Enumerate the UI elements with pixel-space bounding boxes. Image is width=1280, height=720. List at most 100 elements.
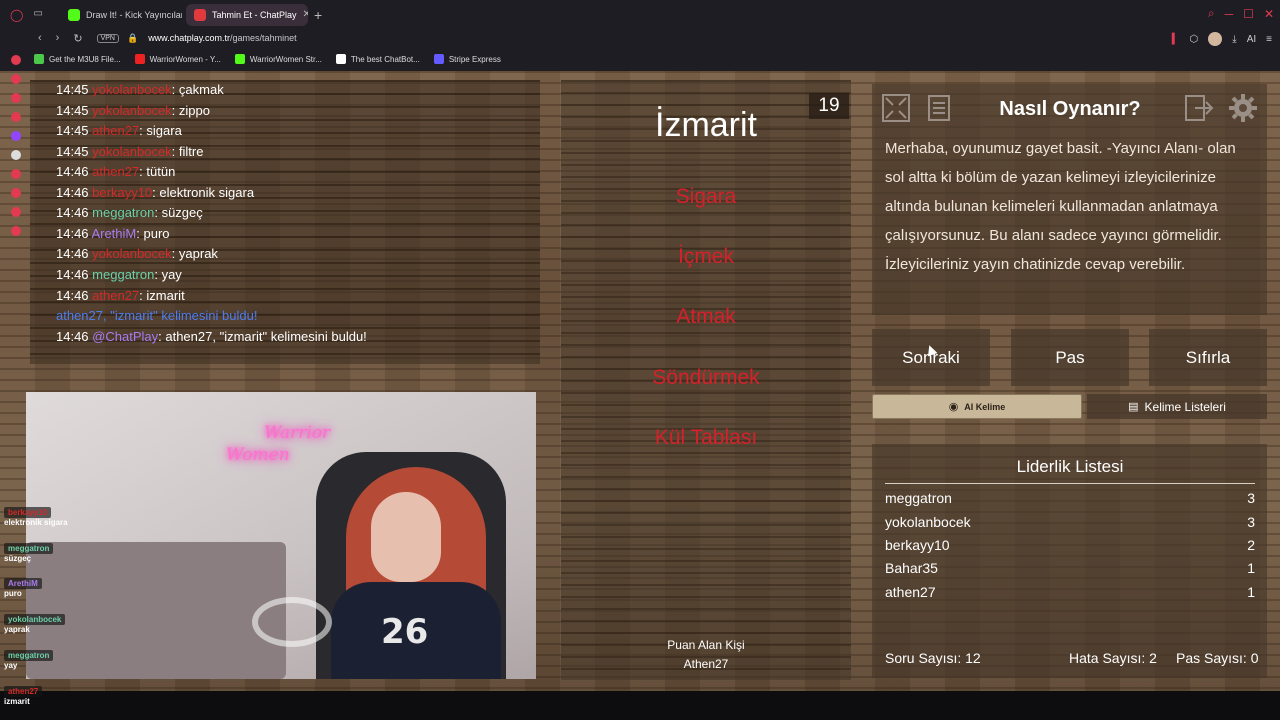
chatplay-icon (194, 8, 206, 21)
leaderboard-row: yokolanbocek 3 (885, 514, 1255, 530)
tab-tahmin-et[interactable]: Tahmin Et - ChatPlay ✕ (186, 3, 308, 26)
sidebar-heart-icon[interactable] (11, 207, 21, 217)
exit-icon[interactable] (1183, 91, 1217, 125)
url-host: www.chatplay.com.tr (148, 33, 231, 43)
forbidden-word: Kül Tablası (654, 426, 758, 449)
overlay-chat-item: yokolanbocek yaprak (4, 614, 66, 634)
chat-message: 14:45 athen27: sigara (56, 123, 182, 138)
forward-icon[interactable]: › (56, 32, 60, 45)
sidebar-player-icon[interactable] (11, 169, 21, 179)
streamer-face (371, 492, 441, 582)
bookmark-item[interactable]: Get the M3U8 File... (34, 54, 121, 64)
player-name: yokolanbocek (885, 514, 971, 530)
bookmark-label: WarriorWomen Str... (249, 54, 322, 64)
pass-button[interactable]: Pas (1011, 329, 1129, 386)
shirt-text: 26 (381, 612, 429, 652)
how-to-play-text: Merhaba, oyunumuz gayet basit. -Yayıncı … (885, 140, 1236, 273)
scorer-name: Athen27 (683, 657, 729, 671)
bookmark-label: Get the M3U8 File... (49, 54, 121, 64)
overlay-message: yay (4, 661, 18, 670)
stream-logo-icon (252, 597, 332, 647)
sidebar-twitch-icon[interactable] (11, 131, 21, 141)
url-path: /games/tahminet (230, 33, 297, 43)
word-panel: İzmarit Sigara İçmek Atmak Söndürmek Kül… (561, 80, 851, 680)
download-icon[interactable]: ⤓ (1232, 34, 1236, 45)
fullscreen-icon[interactable] (879, 91, 913, 125)
player-score: 3 (1247, 514, 1255, 530)
sidebar-x-icon[interactable] (11, 150, 21, 160)
url-field[interactable]: www.chatplay.com.tr/games/tahminet (148, 33, 296, 43)
next-button[interactable]: Sonraki (872, 329, 990, 386)
bookmark-label: Stripe Express (448, 54, 501, 64)
tab-menu-icon[interactable]: ▭ (33, 8, 42, 22)
bookmark-item[interactable]: The best ChatBot... (335, 54, 420, 64)
sidebar-history-icon[interactable] (11, 188, 21, 198)
maximize-icon[interactable]: ☐ (1243, 7, 1254, 21)
window-controls: ⌕ ─ ☐ ✕ (1208, 6, 1274, 21)
vpn-badge[interactable]: VPN (96, 33, 119, 43)
close-window-icon[interactable]: ✕ (1264, 7, 1274, 21)
webcam-feed: Warrior Women 26 (26, 392, 536, 679)
player-name: berkayy10 (885, 537, 950, 553)
bookmark-item[interactable]: WarriorWomen - Y... (134, 54, 221, 64)
overlay-username: athen27 (4, 686, 43, 697)
player-name: meggatron (885, 490, 952, 506)
leaderboard-row: Bahar35 1 (885, 560, 1255, 576)
tab-draw-it[interactable]: Draw It! - Kick Yayıncıları (60, 4, 182, 26)
word-lists-button[interactable]: ▤ Kelime Listeleri (1087, 394, 1267, 419)
browser-tab-bar: ◯ ▭ Draw It! - Kick Yayıncıları Tahmin E… (0, 0, 1280, 29)
sidebar-box-icon[interactable] (11, 112, 21, 122)
chat-message: 14:46 ArethiM: puro (56, 226, 170, 241)
forbidden-word: İçmek (677, 245, 734, 268)
overlay-chat-item: athen27 izmarit (4, 686, 43, 706)
document-icon[interactable] (922, 91, 956, 125)
forbidden-word: Atmak (676, 305, 736, 328)
target-word: İzmarit (655, 106, 757, 144)
leaderboard-title: Liderlik Listesi (885, 457, 1255, 484)
close-tab-icon[interactable]: ✕ (303, 9, 308, 20)
stream-chat-panel: 14:45 yokolanbocek: çakmak 14:45 yokolan… (30, 80, 540, 364)
overlay-username: meggatron (4, 650, 54, 661)
ai-button[interactable]: AI (1247, 34, 1256, 45)
opera-logo-icon[interactable]: ◯ (10, 8, 23, 22)
overlay-chat-item: berkayy10 elektronik sigara (4, 507, 68, 527)
error-count: Hata Sayısı: 2 (1069, 650, 1157, 666)
sidebar-settings-icon[interactable] (11, 226, 21, 236)
sidebar-ai-icon[interactable] (11, 55, 21, 65)
scorer-info: Puan Alan Kişi Athen27 (561, 636, 851, 674)
reload-icon[interactable]: ↻ (73, 32, 82, 45)
extensions-icon[interactable]: ▍ (1172, 34, 1180, 45)
settings-gear-icon[interactable] (1226, 91, 1260, 125)
leaderboard-row: athen27 1 (885, 584, 1255, 600)
word-lists-label: Kelime Listeleri (1144, 399, 1226, 414)
bottom-bar (0, 691, 1280, 720)
ai-word-button[interactable]: ◉ AI Kelime (872, 394, 1082, 419)
sidebar-messenger-icon[interactable] (11, 74, 21, 84)
overlay-message: izmarit (4, 697, 30, 706)
minimize-icon[interactable]: ─ (1225, 7, 1234, 21)
profile-avatar[interactable] (1208, 32, 1223, 46)
overlay-message: süzgeç (4, 554, 32, 563)
back-icon[interactable]: ‹ (38, 32, 42, 45)
snapshot-icon[interactable]: ⬡ (1190, 34, 1199, 45)
chat-message: 14:46 meggatron: yay (56, 267, 182, 282)
bookmark-item[interactable]: WarriorWomen Str... (234, 54, 322, 64)
neon-sign: Warrior Women (226, 422, 330, 466)
browser-sidebar (0, 47, 32, 297)
youtube-icon (134, 54, 145, 64)
bookmark-item[interactable]: Stripe Express (433, 54, 501, 64)
overlay-message: yaprak (4, 625, 30, 634)
search-icon[interactable]: ⌕ (1208, 6, 1215, 21)
chat-message: 14:46 meggatron: süzgeç (56, 205, 203, 220)
sidebar-shield-icon[interactable] (11, 93, 21, 103)
clipboard-icon: ▤ (1128, 401, 1139, 413)
player-name: Bahar35 (885, 560, 938, 576)
overlay-username: berkayy10 (4, 507, 52, 518)
overlay-username: yokolanbocek (4, 614, 66, 625)
reset-button[interactable]: Sıfırla (1149, 329, 1267, 386)
overlay-message: puro (4, 589, 22, 598)
streamer-shirt: 26 (331, 582, 501, 679)
menu-icon[interactable]: ≡ (1266, 34, 1272, 45)
webcam-sofa (26, 542, 286, 679)
new-tab-button[interactable]: + (314, 7, 322, 23)
